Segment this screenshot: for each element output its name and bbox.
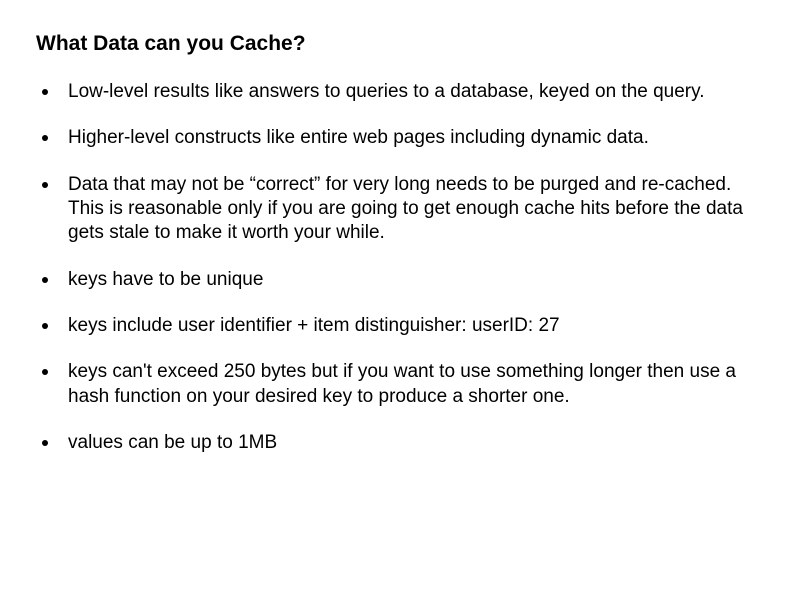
slide: What Data can you Cache? Low-level resul… xyxy=(0,0,794,595)
bullet-list: Low-level results like answers to querie… xyxy=(36,80,750,455)
list-item: Data that may not be “correct” for very … xyxy=(40,173,750,246)
list-item: keys have to be unique xyxy=(40,268,750,292)
slide-title: What Data can you Cache? xyxy=(36,32,750,56)
list-item: keys can't exceed 250 bytes but if you w… xyxy=(40,360,750,409)
list-item: Low-level results like answers to querie… xyxy=(40,80,750,104)
list-item: values can be up to 1MB xyxy=(40,431,750,455)
list-item: keys include user identifier + item dist… xyxy=(40,314,750,338)
list-item: Higher-level constructs like entire web … xyxy=(40,126,750,150)
